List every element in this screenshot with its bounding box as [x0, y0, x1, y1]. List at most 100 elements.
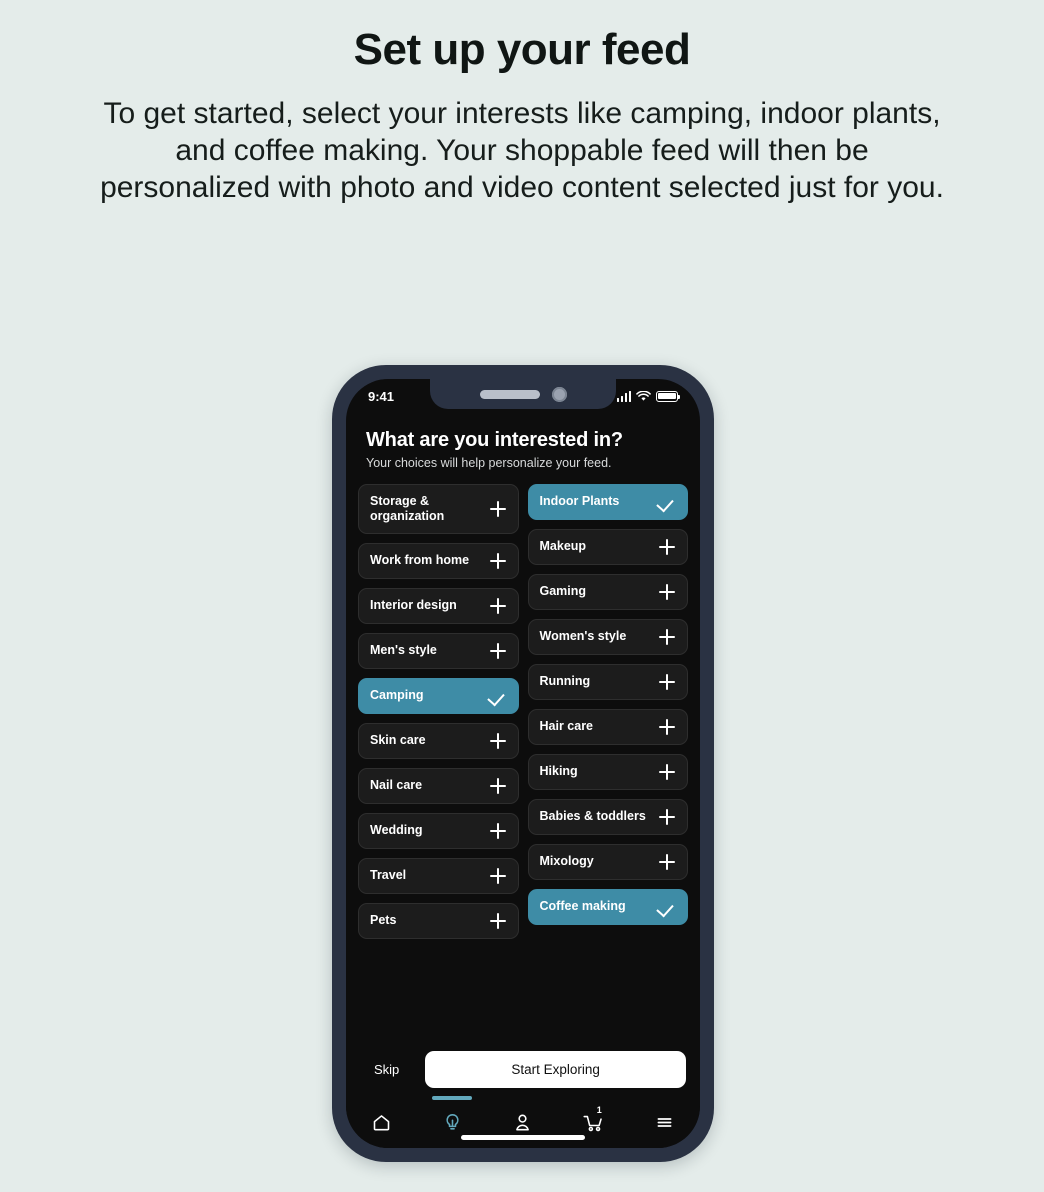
screen-heading-block: What are you interested in? Your choices…: [346, 413, 700, 474]
interest-chip-label: Women's style: [539, 629, 627, 644]
plus-icon: [489, 867, 507, 885]
plus-icon: [658, 853, 676, 871]
interest-chip[interactable]: Mixology: [527, 844, 688, 880]
shopping-cart-icon: [582, 1112, 605, 1133]
interests-column-left: Storage & organization Work from home Inte…: [358, 484, 519, 939]
status-bar-indicators: [616, 390, 681, 402]
interest-chip[interactable]: Running: [527, 664, 688, 700]
interest-chip-label: Hiking: [539, 764, 578, 779]
lightbulb-icon: [442, 1112, 463, 1133]
speaker-grille-icon: [479, 389, 540, 399]
interest-chip-label: Coffee making: [539, 899, 626, 914]
plus-icon: [489, 552, 507, 570]
interest-chip[interactable]: Work from home: [358, 543, 519, 579]
interests-grid: Storage & organization Work from home Inte…: [358, 484, 688, 939]
plus-icon: [658, 718, 676, 736]
interest-chip[interactable]: Camping: [358, 678, 519, 714]
interest-chip[interactable]: Pets: [358, 903, 519, 939]
cellular-signal-icon: [616, 390, 631, 402]
status-bar-time: 9:41: [368, 388, 395, 404]
tab-menu[interactable]: [642, 1096, 688, 1148]
check-icon: [658, 493, 676, 511]
phone-notch: [430, 379, 616, 409]
plus-icon: [658, 538, 676, 556]
interest-chip-label: Men's style: [370, 643, 437, 658]
interest-chip-label: Camping: [370, 688, 424, 703]
plus-icon: [489, 500, 507, 518]
interest-chip[interactable]: Hiking: [527, 754, 688, 790]
plus-icon: [658, 583, 676, 601]
interest-chip[interactable]: Interior design: [358, 588, 519, 624]
interest-chip[interactable]: Men's style: [358, 633, 519, 669]
interest-chip-label: Pets: [370, 913, 397, 928]
screen-content: What are you interested in? Your choices…: [346, 413, 700, 1148]
interest-chip-label: Work from home: [370, 553, 470, 568]
interest-chip[interactable]: Makeup: [527, 529, 688, 565]
person-icon: [512, 1112, 533, 1133]
tab-cart[interactable]: 1: [571, 1096, 617, 1148]
plus-icon: [489, 732, 507, 750]
battery-icon: [656, 390, 681, 402]
plus-icon: [489, 777, 507, 795]
interest-chip-label: Interior design: [370, 598, 457, 613]
interest-chip[interactable]: Hair care: [527, 709, 688, 745]
interest-chip-label: Nail care: [370, 778, 423, 793]
screen-title: What are you interested in?: [366, 429, 623, 451]
footer-actions: Skip Start Exploring: [346, 1042, 700, 1096]
interest-chip-label: Gaming: [539, 584, 587, 599]
plus-icon: [489, 642, 507, 660]
home-indicator: [461, 1135, 585, 1140]
plus-icon: [489, 912, 507, 930]
interest-chip-label: Makeup: [539, 539, 587, 554]
tab-home[interactable]: [358, 1096, 404, 1148]
interest-chip[interactable]: Nail care: [358, 768, 519, 804]
interest-chip[interactable]: Coffee making: [527, 889, 688, 925]
plus-icon: [489, 822, 507, 840]
check-icon: [658, 898, 676, 916]
interest-chip[interactable]: Travel: [358, 858, 519, 894]
phone-screen: 9:41 What are you interested in? Your ch…: [346, 379, 700, 1148]
skip-button[interactable]: Skip: [360, 1056, 411, 1083]
scroll-fade-overlay: [346, 1026, 700, 1042]
interest-chip[interactable]: Indoor Plants: [527, 484, 688, 520]
start-exploring-button[interactable]: Start Exploring: [425, 1051, 686, 1088]
plus-icon: [489, 597, 507, 615]
plus-icon: [658, 628, 676, 646]
interest-chip[interactable]: Gaming: [527, 574, 688, 610]
intro-section: Set up your feed To get started, select …: [0, 0, 1044, 206]
interest-chip-label: Indoor Plants: [539, 494, 620, 509]
interest-chip-label: Mixology: [539, 854, 594, 869]
home-icon: [371, 1112, 392, 1133]
interests-column-right: Indoor Plants Makeup Gaming Women's style Ru…: [527, 484, 688, 939]
wifi-icon: [636, 390, 651, 401]
plus-icon: [658, 808, 676, 826]
interest-chip-label: Skin care: [370, 733, 426, 748]
interest-chip-label: Storage & organization: [370, 493, 445, 523]
interest-chip[interactable]: Skin care: [358, 723, 519, 759]
intro-body-text: To get started, select your interests li…: [100, 97, 944, 204]
tab-inspire[interactable]: [429, 1096, 475, 1148]
interest-chip-label: Travel: [370, 868, 407, 883]
phone-mockup: 9:41 What are you interested in? Your ch…: [332, 365, 714, 1162]
interest-chip[interactable]: Women's style: [527, 619, 688, 655]
tab-account[interactable]: [500, 1096, 546, 1148]
interest-chip-label: Hair care: [539, 719, 594, 734]
interest-chip-label: Babies & toddlers: [539, 809, 646, 824]
check-icon: [489, 687, 507, 705]
cart-badge: 1: [596, 1105, 602, 1115]
interest-chip-label: Running: [539, 674, 591, 689]
hamburger-menu-icon: [654, 1112, 675, 1133]
screen-subtitle: Your choices will help personalize your …: [366, 456, 612, 470]
plus-icon: [658, 763, 676, 781]
plus-icon: [658, 673, 676, 691]
interest-chip[interactable]: Wedding: [358, 813, 519, 849]
page-title: Set up your feed: [353, 25, 691, 74]
interest-chip-label: Wedding: [370, 823, 423, 838]
front-camera-icon: [551, 386, 567, 402]
page-root: Set up your feed To get started, select …: [0, 0, 1044, 1192]
active-tab-indicator: [432, 1096, 473, 1100]
interests-scroll-area[interactable]: Storage & organization Work from home Inte…: [346, 474, 700, 1042]
bottom-tab-bar: 1: [346, 1096, 700, 1148]
interest-chip[interactable]: Babies & toddlers: [527, 799, 688, 835]
interest-chip[interactable]: Storage & organization: [358, 484, 519, 534]
